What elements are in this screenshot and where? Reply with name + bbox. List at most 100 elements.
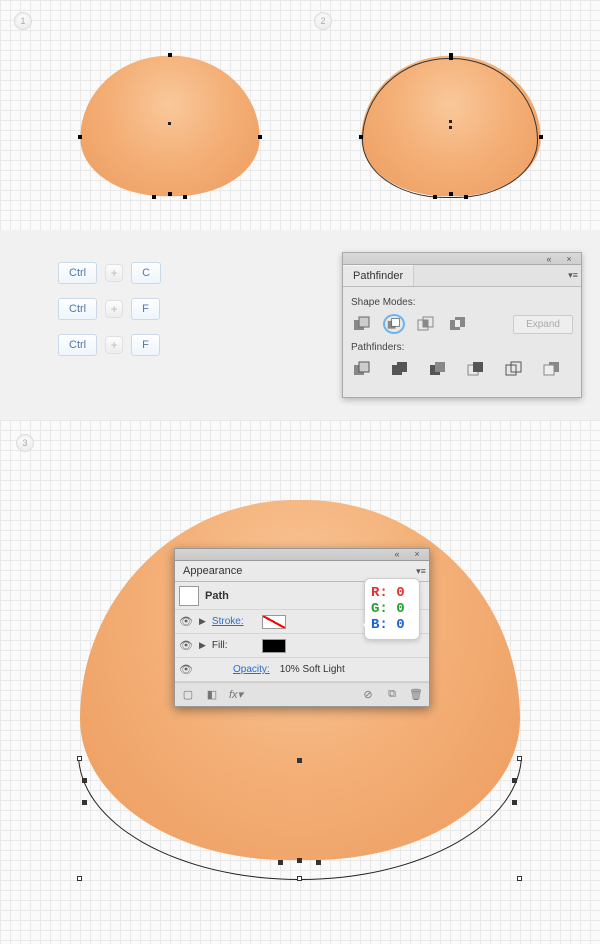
intersect-icon[interactable] — [415, 314, 437, 334]
anchor[interactable] — [449, 56, 453, 60]
collapse-icon[interactable]: « — [389, 549, 405, 559]
panel-tabbar: « × — [175, 549, 429, 561]
no-selection-icon[interactable]: ▢ — [181, 688, 195, 702]
anchor[interactable] — [464, 195, 468, 199]
center-point — [168, 122, 171, 125]
opacity-row[interactable]: 👁 Opacity: 10% Soft Light — [175, 658, 429, 682]
anchor-right[interactable] — [258, 135, 262, 139]
close-icon[interactable]: × — [409, 549, 425, 559]
minus-back-icon[interactable] — [541, 359, 563, 379]
oval-shape-2[interactable] — [336, 36, 566, 216]
anchor[interactable] — [82, 778, 87, 783]
shape-modes-row: Expand — [351, 314, 573, 334]
panel-tabbar: « × — [343, 253, 581, 265]
object-swatch[interactable] — [179, 586, 199, 606]
expand-triangle-icon[interactable]: ▶ — [199, 640, 206, 651]
appearance-tab[interactable]: Appearance — [175, 561, 250, 581]
fill-label: Fill: — [212, 640, 256, 651]
anchor-top[interactable] — [168, 53, 172, 57]
anchor[interactable] — [433, 195, 437, 199]
expand-button[interactable]: Expand — [513, 315, 573, 334]
panel-menu-icon[interactable]: ▾≡ — [565, 265, 581, 286]
visibility-icon[interactable]: 👁 — [179, 615, 193, 629]
crop-icon[interactable] — [465, 359, 487, 379]
step-badge-2: 2 — [314, 12, 332, 30]
key-ctrl: Ctrl — [58, 334, 97, 356]
selection-handle[interactable] — [517, 876, 522, 881]
shape-modes-label: Shape Modes: — [351, 297, 573, 308]
outline-icon[interactable] — [503, 359, 525, 379]
anchor[interactable] — [297, 858, 302, 863]
selection-handle[interactable] — [77, 876, 82, 881]
stroke-label[interactable]: Stroke: — [212, 616, 256, 627]
step-badge-1: 1 — [14, 12, 32, 30]
plus-icon: + — [105, 336, 123, 354]
close-icon[interactable]: × — [561, 254, 577, 264]
step-1-area: 1 — [0, 0, 300, 230]
panel-body: Shape Modes: Expand Pathfinders: — [343, 287, 581, 397]
minus-front-icon[interactable] — [383, 314, 405, 334]
exclude-icon[interactable] — [447, 314, 469, 334]
new-art-icon[interactable]: ◧ — [205, 688, 219, 702]
key-letter: F — [131, 334, 160, 356]
anchor-left[interactable] — [359, 135, 363, 139]
anchor[interactable] — [316, 860, 321, 865]
collapse-icon[interactable]: « — [541, 254, 557, 264]
key-ctrl: Ctrl — [58, 262, 97, 284]
step-3-canvas: 3 « × Appearance ▾≡ Path 👁 ▶ Stroke: — [0, 420, 600, 944]
anchor-bottom[interactable] — [168, 192, 172, 196]
pathfinder-panel[interactable]: « × Pathfinder ▾≡ Shape Modes: Expand Pa… — [342, 252, 582, 398]
delete-icon[interactable]: 🗑 — [409, 688, 423, 702]
fill-swatch-black[interactable] — [262, 639, 286, 653]
rgb-callout: R: 0 G: 0 B: 0 — [364, 578, 420, 640]
selection-handle[interactable] — [517, 756, 522, 761]
rgb-r-value: R: 0 — [371, 585, 413, 601]
trim-icon[interactable] — [389, 359, 411, 379]
anchor-bl[interactable] — [152, 195, 156, 199]
opacity-value: 10% Soft Light — [280, 664, 345, 675]
duplicate-icon[interactable]: ⧉ — [385, 688, 399, 702]
visibility-icon[interactable]: 👁 — [179, 663, 193, 677]
keyboard-shortcuts: Ctrl + C Ctrl + F Ctrl + F — [18, 252, 161, 356]
anchor[interactable] — [278, 860, 283, 865]
selection-handle[interactable] — [297, 876, 302, 881]
step-1-2-canvas: 1 2 — [0, 0, 600, 230]
divide-icon[interactable] — [351, 359, 373, 379]
rgb-b-value: B: 0 — [371, 617, 413, 633]
anchor[interactable] — [297, 758, 302, 763]
appearance-footer: ▢ ◧ fx▾ ⊘ ⧉ 🗑 — [175, 682, 429, 706]
anchor[interactable] — [512, 800, 517, 805]
anchor[interactable] — [512, 778, 517, 783]
clear-icon[interactable]: ⊘ — [361, 688, 375, 702]
key-letter: F — [131, 298, 160, 320]
anchor[interactable] — [82, 800, 87, 805]
center-point — [449, 120, 452, 123]
anchor-right[interactable] — [539, 135, 543, 139]
step-badge-3: 3 — [16, 434, 34, 452]
path-label: Path — [205, 590, 229, 602]
stroke-swatch-none[interactable] — [262, 615, 286, 629]
anchor-bottom[interactable] — [449, 192, 453, 196]
merge-icon[interactable] — [427, 359, 449, 379]
opacity-label[interactable]: Opacity: — [233, 664, 270, 675]
unite-icon[interactable] — [351, 314, 373, 334]
shortcut-row: Ctrl + C — [58, 262, 161, 284]
pathfinders-label: Pathfinders: — [351, 342, 573, 353]
key-ctrl: Ctrl — [58, 298, 97, 320]
visibility-icon[interactable]: 👁 — [179, 639, 193, 653]
oval-shape-1[interactable] — [55, 36, 285, 216]
shortcut-row: Ctrl + F — [58, 334, 161, 356]
plus-icon: + — [105, 300, 123, 318]
instructions-area: Ctrl + C Ctrl + F Ctrl + F « × Pathfinde… — [0, 230, 600, 420]
shortcut-row: Ctrl + F — [58, 298, 161, 320]
anchor-br[interactable] — [183, 195, 187, 199]
expand-triangle-icon[interactable]: ▶ — [199, 616, 206, 627]
anchor-left[interactable] — [78, 135, 82, 139]
pathfinder-tab[interactable]: Pathfinder — [343, 265, 414, 286]
selection-handle[interactable] — [77, 756, 82, 761]
key-letter: C — [131, 262, 161, 284]
panel-header: Pathfinder ▾≡ — [343, 265, 581, 287]
fx-icon[interactable]: fx▾ — [229, 688, 243, 702]
pathfinders-row — [351, 359, 573, 379]
rgb-g-value: G: 0 — [371, 601, 413, 617]
